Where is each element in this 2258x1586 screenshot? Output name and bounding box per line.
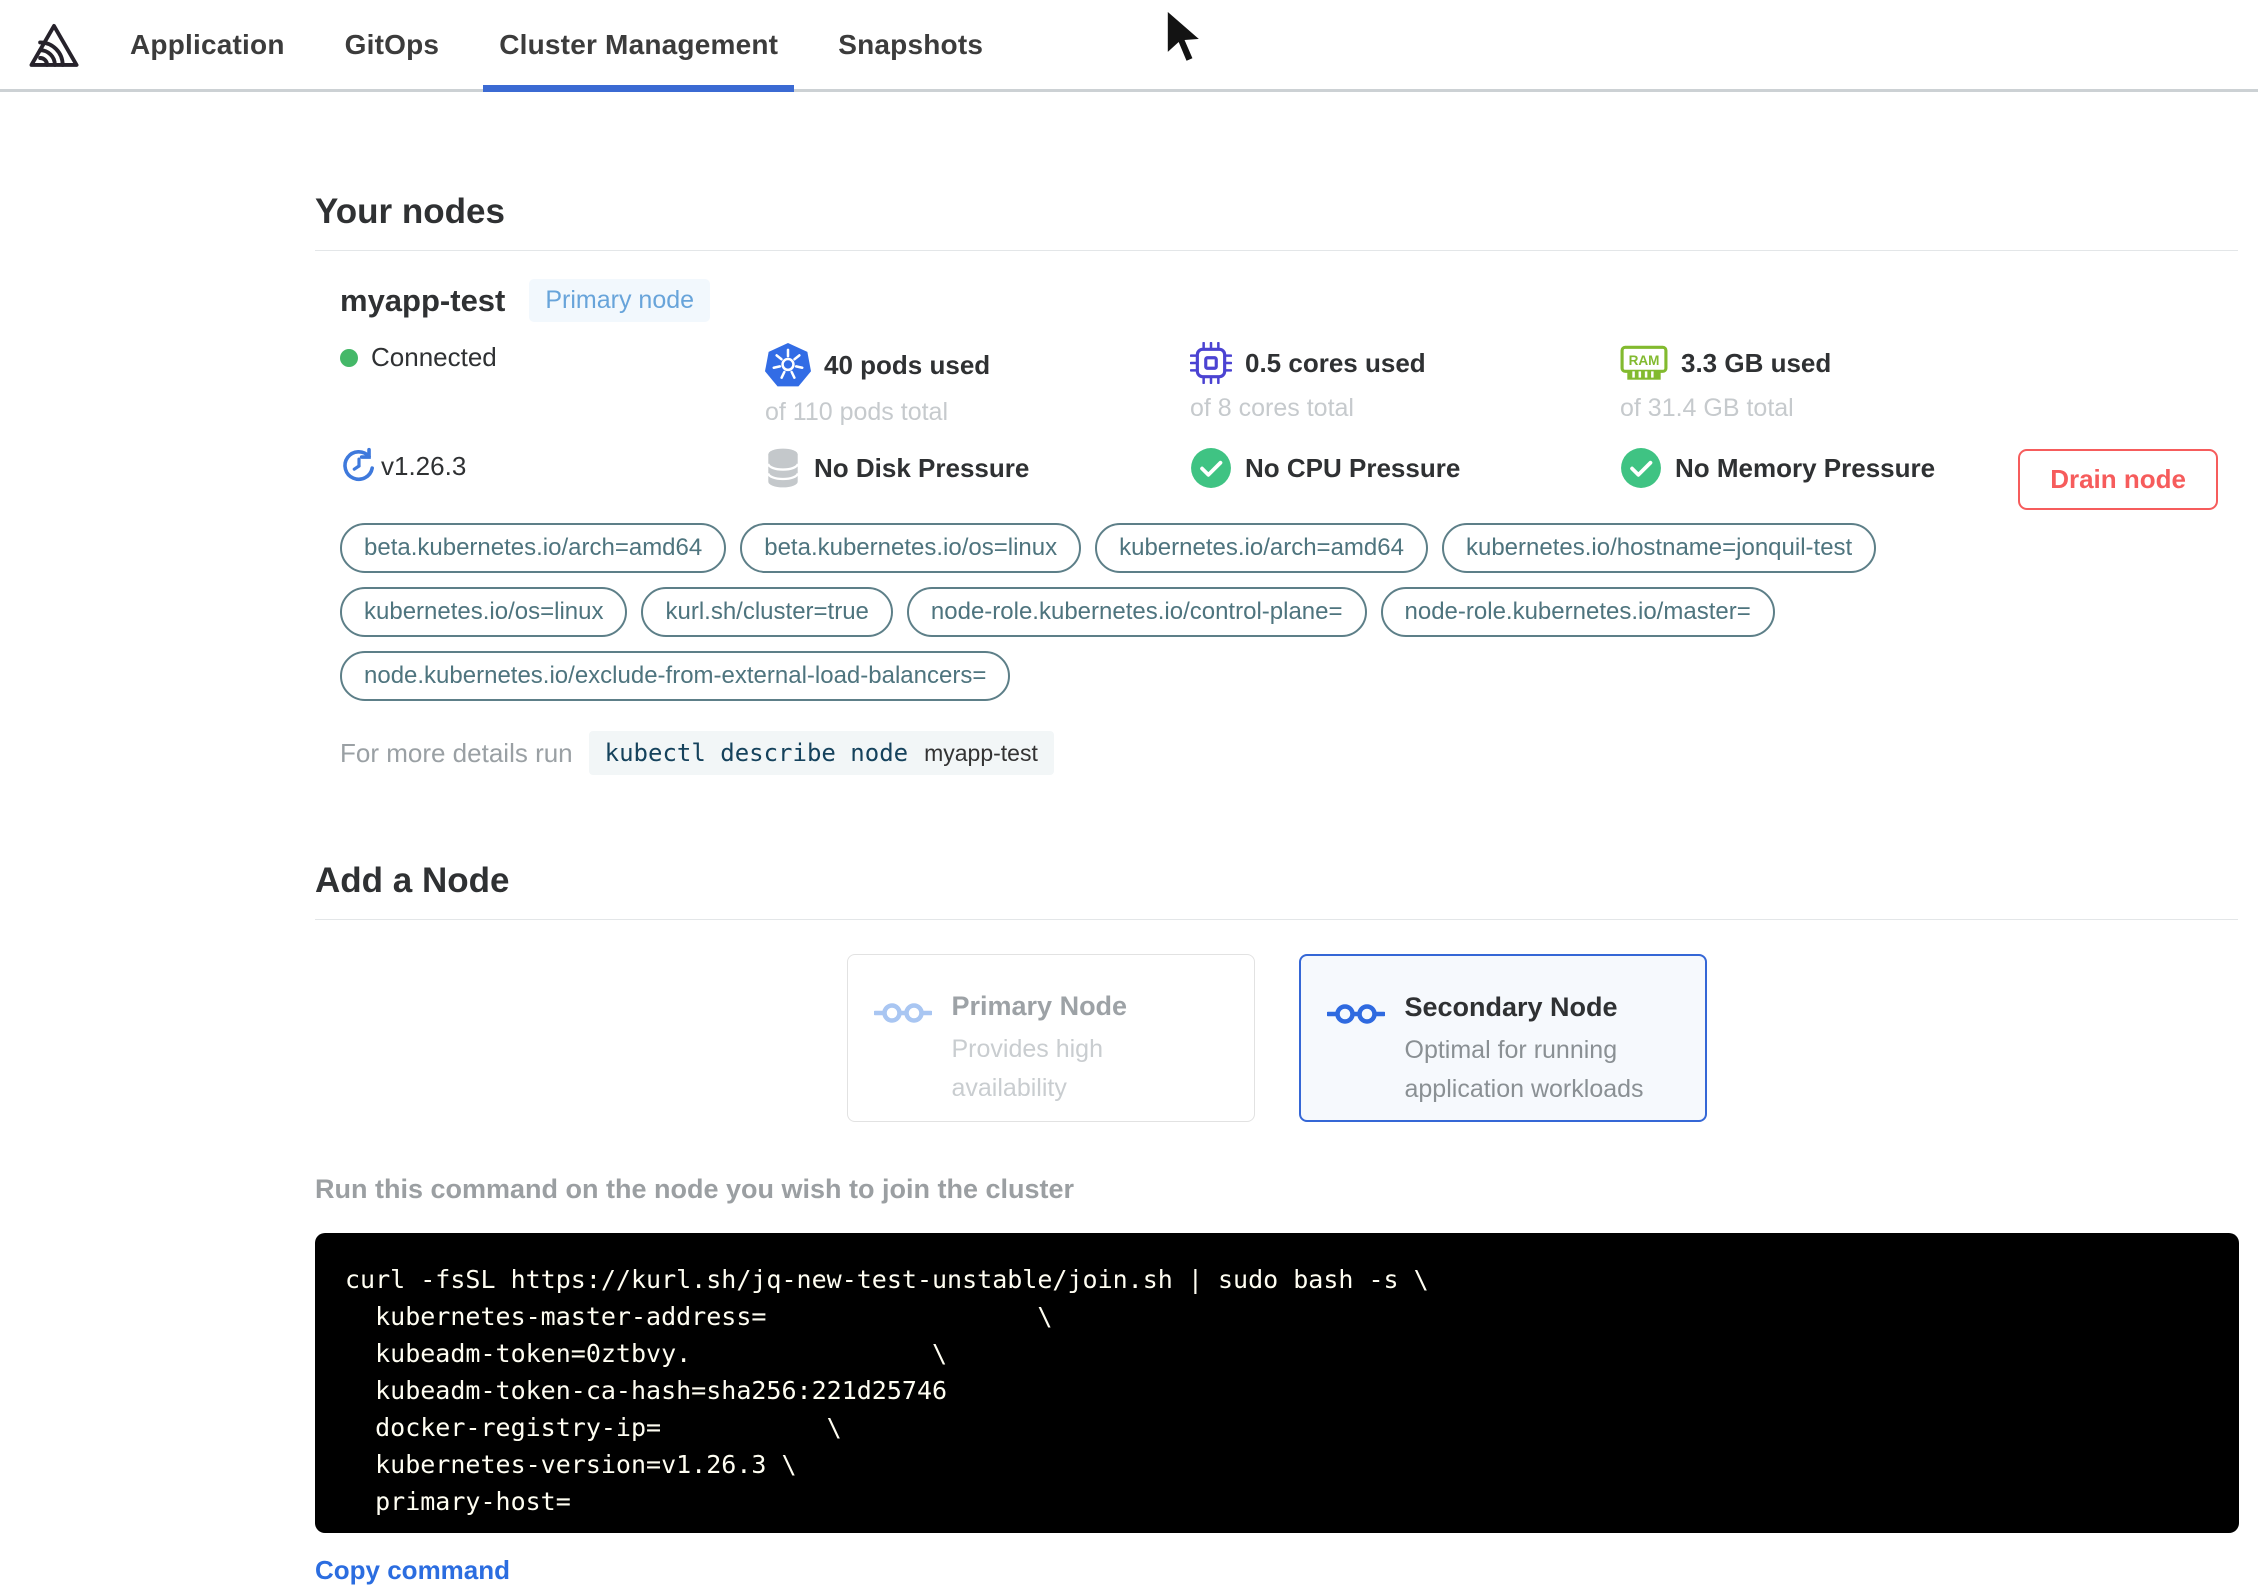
- connected-dot-icon: [340, 348, 358, 367]
- drain-node-button[interactable]: Drain node: [2018, 449, 2218, 510]
- add-node-section: Add a Node Primary Node Provides high av…: [315, 861, 2239, 1586]
- cpu-pressure-label: No CPU Pressure: [1245, 452, 1461, 483]
- cores-total: of 8 cores total: [1190, 394, 1354, 422]
- stat-connected: Connected: [340, 342, 765, 427]
- node-label-tag: beta.kubernetes.io/os=linux: [740, 523, 1082, 573]
- join-command-block: curl -fsSL https://kurl.sh/jq-new-test-u…: [315, 1233, 2239, 1533]
- node-label-tag: kubernetes.io/os=linux: [340, 587, 628, 637]
- stat-cores: 0.5 cores used of 8 cores total: [1190, 342, 1620, 427]
- secondary-node-card[interactable]: Secondary Node Optimal for running appli…: [1298, 954, 1707, 1122]
- linked-nodes-icon: [1326, 1004, 1385, 1024]
- join-instruction: Run this command on the node you wish to…: [315, 1174, 1075, 1204]
- node-card: myapp-test Primary node Connected 40 pod…: [315, 251, 2238, 775]
- node-label-tag: kurl.sh/cluster=true: [641, 587, 893, 637]
- version-update-icon: [343, 447, 374, 482]
- linked-nodes-icon: [873, 1003, 932, 1023]
- node-labels: beta.kubernetes.io/arch=amd64 beta.kuber…: [340, 523, 2040, 701]
- secondary-node-title: Secondary Node: [1404, 992, 1618, 1022]
- kubernetes-icon: [765, 343, 811, 387]
- primary-node-title: Primary Node: [951, 991, 1128, 1021]
- stat-memory: RAM 3.3 GB used of 31.4 GB total: [1620, 342, 2238, 427]
- node-name: myapp-test: [340, 282, 506, 318]
- logo-icon: [29, 23, 79, 67]
- node-status: Connected: [371, 342, 497, 372]
- svg-text:RAM: RAM: [1629, 353, 1660, 368]
- section-divider: [315, 919, 2238, 920]
- node-type-cards: Primary Node Provides high availability …: [315, 954, 2238, 1122]
- check-circle-icon: [1191, 448, 1231, 488]
- disk-icon: [767, 448, 799, 488]
- card-text: Primary Node Provides high availability: [952, 991, 1200, 1108]
- node-label-tag: node-role.kubernetes.io/control-plane=: [906, 587, 1367, 637]
- stat-version: v1.26.3: [340, 447, 765, 489]
- nav-tabs: Application GitOps Cluster Management Sn…: [114, 0, 999, 92]
- card-text: Secondary Node Optimal for running appli…: [1405, 992, 1653, 1109]
- stat-cpu-pressure: No CPU Pressure: [1190, 447, 1620, 489]
- node-details-hint: For more details run kubectl describe no…: [340, 731, 2238, 775]
- disk-pressure-label: No Disk Pressure: [814, 452, 1030, 483]
- main-content: Your nodes myapp-test Primary node Conne…: [0, 192, 2258, 1586]
- add-node-heading: Add a Node: [315, 861, 510, 900]
- your-nodes-heading: Your nodes: [315, 192, 505, 231]
- primary-node-card[interactable]: Primary Node Provides high availability: [846, 954, 1255, 1122]
- tab-application[interactable]: Application: [114, 0, 301, 89]
- memory-used: 3.3 GB used: [1681, 347, 1832, 378]
- ram-icon: RAM: [1620, 345, 1668, 380]
- stat-pods: 40 pods used of 110 pods total: [765, 342, 1190, 427]
- stat-disk-pressure: No Disk Pressure: [765, 447, 1190, 489]
- node-stats-grid: Connected 40 pods used of 110 pods total…: [340, 342, 2238, 489]
- memory-total: of 31.4 GB total: [1620, 394, 1794, 422]
- node-header: myapp-test Primary node: [340, 279, 2238, 322]
- check-circle-icon: [1621, 448, 1661, 488]
- tab-snapshots[interactable]: Snapshots: [822, 0, 999, 89]
- details-prefix: For more details run: [340, 737, 573, 768]
- node-label-tag: beta.kubernetes.io/arch=amd64: [340, 523, 727, 573]
- node-label-tag: kubernetes.io/hostname=jonquil-test: [1441, 523, 1877, 573]
- top-nav: Application GitOps Cluster Management Sn…: [0, 0, 2258, 92]
- secondary-node-subtitle: Optimal for running application workload…: [1404, 1036, 1644, 1103]
- cores-used: 0.5 cores used: [1245, 347, 1426, 378]
- cpu-icon: [1190, 342, 1232, 384]
- node-label-tag: kubernetes.io/arch=amd64: [1095, 523, 1428, 573]
- primary-node-subtitle: Provides high availability: [951, 1035, 1103, 1102]
- pods-used: 40 pods used: [824, 349, 991, 380]
- copy-command-link[interactable]: Copy command: [315, 1555, 510, 1586]
- memory-pressure-label: No Memory Pressure: [1675, 452, 1936, 483]
- tab-gitops[interactable]: GitOps: [329, 0, 456, 89]
- describe-command: kubectl describe node: [604, 739, 909, 767]
- tab-cluster-management[interactable]: Cluster Management: [483, 0, 795, 92]
- node-version: v1.26.3: [381, 450, 467, 481]
- primary-node-badge: Primary node: [529, 279, 711, 322]
- node-label-tag: node.kubernetes.io/exclude-from-external…: [340, 651, 1011, 701]
- app-logo: [28, 0, 80, 89]
- mouse-cursor-icon: [1164, 4, 1208, 66]
- describe-command-node: myapp-test: [924, 739, 1038, 766]
- describe-command-chip: kubectl describe node myapp-test: [588, 731, 1054, 775]
- your-nodes-section: Your nodes myapp-test Primary node Conne…: [315, 192, 2238, 775]
- pods-total: of 110 pods total: [765, 398, 949, 426]
- node-label-tag: node-role.kubernetes.io/master=: [1380, 587, 1775, 637]
